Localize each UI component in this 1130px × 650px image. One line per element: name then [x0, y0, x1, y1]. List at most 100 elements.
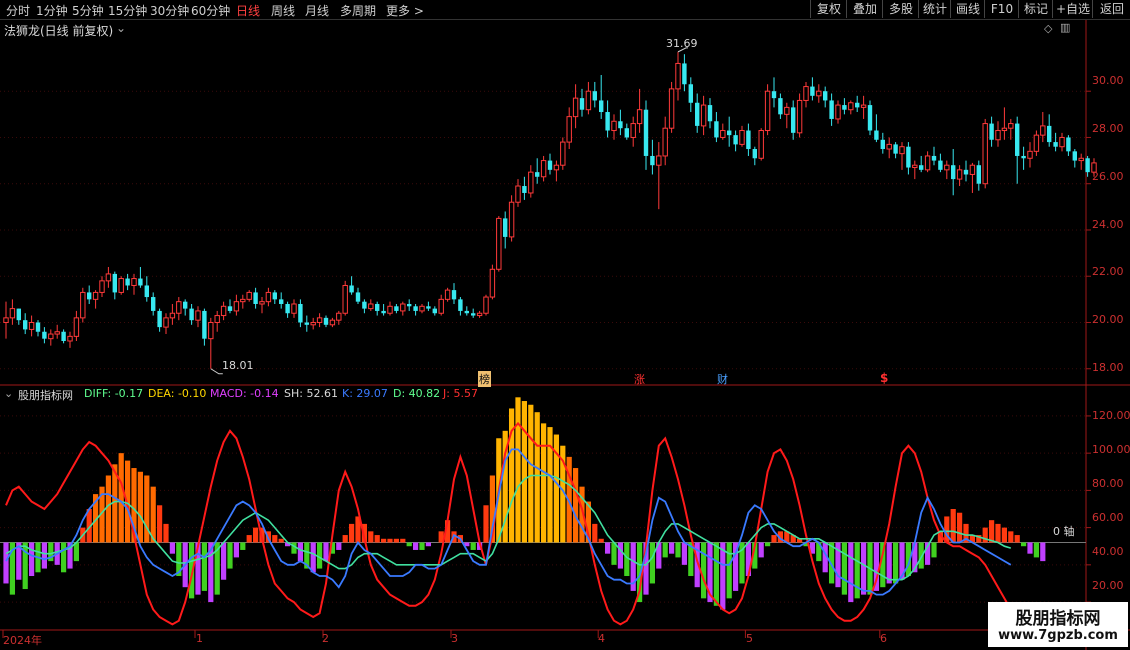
period-tab-6[interactable]: 日线 — [236, 2, 260, 19]
hist-bar-positive — [989, 520, 995, 543]
candle-body-up — [483, 296, 489, 314]
candle-body-down — [285, 303, 290, 314]
rbtn-biaoji[interactable]: 标记 — [1018, 0, 1053, 18]
candle-body-up — [48, 333, 54, 340]
candle-body-down — [823, 91, 828, 101]
period-tab-10[interactable]: 更多 > — [386, 2, 424, 19]
candle-body-up — [886, 143, 892, 150]
panel-toggle-icon[interactable]: ▥ — [1060, 21, 1070, 34]
candle-body-up — [796, 99, 803, 134]
low-pointer — [210, 368, 223, 375]
stock-title: 法狮龙(日线 前复权) — [4, 24, 114, 38]
hist-bar-negative — [662, 542, 668, 558]
hist-bar-negative — [848, 542, 854, 603]
candle-body-down — [279, 299, 284, 304]
candle-body-down — [522, 186, 527, 193]
candle-body-down — [951, 165, 956, 180]
candle-body-up — [28, 321, 35, 330]
period-tab-3[interactable]: 15分钟 — [108, 2, 147, 19]
period-tab-5[interactable]: 60分钟 — [191, 2, 230, 19]
price-tick: 18.00 — [1092, 361, 1124, 374]
rbtn-huaxian[interactable]: 画线 — [950, 0, 985, 18]
hist-bar-negative — [201, 542, 207, 591]
hist-bar-negative — [227, 542, 233, 569]
hist-bar-negative — [470, 542, 476, 550]
hist-bar-negative — [886, 542, 892, 584]
indicator-settings-icon[interactable]: ⌄ — [4, 387, 13, 400]
rbtn-diejia[interactable]: 叠加 — [846, 0, 883, 18]
candle-body-down — [23, 320, 28, 330]
x-tick: 2024年 — [3, 634, 42, 647]
period-tab-0[interactable]: 分时 — [6, 2, 30, 19]
marker-zhang[interactable]: 涨 — [634, 371, 645, 387]
rbtn-fanhui[interactable]: 返回 — [1092, 0, 1130, 18]
candle-body-up — [860, 104, 867, 108]
hist-bar-positive — [515, 397, 521, 543]
candle-body-down — [1021, 155, 1026, 159]
title-dropdown-icon[interactable]: ⌄ — [116, 21, 126, 35]
candle-body-up — [316, 317, 323, 323]
candle-body-down — [202, 310, 207, 339]
diamond-icon[interactable]: ◇ — [1044, 22, 1052, 35]
hist-bar-negative — [233, 542, 239, 558]
candle-body-down — [426, 306, 431, 309]
hist-bar-positive — [118, 453, 124, 543]
low-price-label: 18.01 — [222, 359, 254, 372]
hist-bar-negative — [419, 542, 425, 550]
candle-body-up — [835, 104, 841, 120]
indicator-tick: 40.00 — [1092, 545, 1124, 558]
marker-dollar[interactable]: $ — [880, 371, 888, 385]
period-tab-8[interactable]: 月线 — [305, 2, 329, 19]
candle-body-up — [419, 305, 425, 312]
hist-bar-negative — [310, 542, 316, 573]
candle-body-down — [931, 155, 937, 161]
x-tick: 2 — [322, 632, 329, 645]
rbtn-f10[interactable]: F10 — [984, 0, 1019, 18]
rbtn-duogu[interactable]: 多股 — [882, 0, 919, 18]
hist-bar-negative — [323, 542, 329, 562]
candle-body-up — [1059, 136, 1065, 148]
indicator-tick: 20.00 — [1092, 579, 1124, 592]
candle-body-up — [342, 284, 348, 314]
candle-body-down — [707, 105, 713, 122]
hist-bar-negative — [669, 542, 675, 554]
candle-body-up — [240, 298, 246, 303]
hist-bar-negative — [713, 542, 719, 606]
hist-bar-positive — [521, 401, 527, 543]
candle-body-down — [906, 146, 911, 168]
marker-bang[interactable]: 榜 — [478, 371, 491, 387]
period-tab-9[interactable]: 多周期 — [340, 2, 376, 19]
candle-body-down — [138, 278, 143, 286]
candle-body-up — [208, 321, 214, 340]
rbtn-fuquan[interactable]: 复权 — [810, 0, 847, 18]
candle-body-down — [227, 306, 233, 311]
rbtn-tongji[interactable]: 统计 — [918, 0, 951, 18]
candle-body-down — [893, 144, 898, 154]
candle-body-up — [995, 130, 1001, 141]
candle-body-down — [547, 160, 553, 170]
period-tab-4[interactable]: 30分钟 — [150, 2, 189, 19]
period-tab-2[interactable]: 5分钟 — [72, 2, 104, 19]
period-tab-1[interactable]: 1分钟 — [36, 2, 68, 19]
candle-body-up — [336, 312, 342, 321]
hist-bar-positive — [592, 523, 598, 543]
candle-body-down — [503, 218, 508, 237]
hist-bar-positive — [246, 535, 252, 543]
candle-body-down — [874, 130, 879, 140]
rbtn-zixuan[interactable]: +自选 — [1052, 0, 1093, 18]
hist-bar-negative — [1021, 542, 1027, 547]
candle-body-down — [464, 310, 469, 314]
candle-body-down — [688, 84, 693, 103]
marker-cai[interactable]: 财 — [717, 371, 728, 387]
hist-bar-positive — [163, 523, 169, 543]
hist-bar-negative — [765, 542, 771, 547]
hist-bar-positive — [144, 475, 150, 543]
period-tab-7[interactable]: 周线 — [271, 2, 295, 19]
candle-body-up — [508, 201, 515, 238]
candle-body-up — [636, 109, 643, 125]
candle-body-up — [924, 155, 931, 171]
candle-body-down — [643, 109, 649, 156]
candle-body-down — [727, 130, 732, 136]
candle-body-down — [1072, 151, 1077, 161]
candle-body-down — [855, 102, 860, 108]
